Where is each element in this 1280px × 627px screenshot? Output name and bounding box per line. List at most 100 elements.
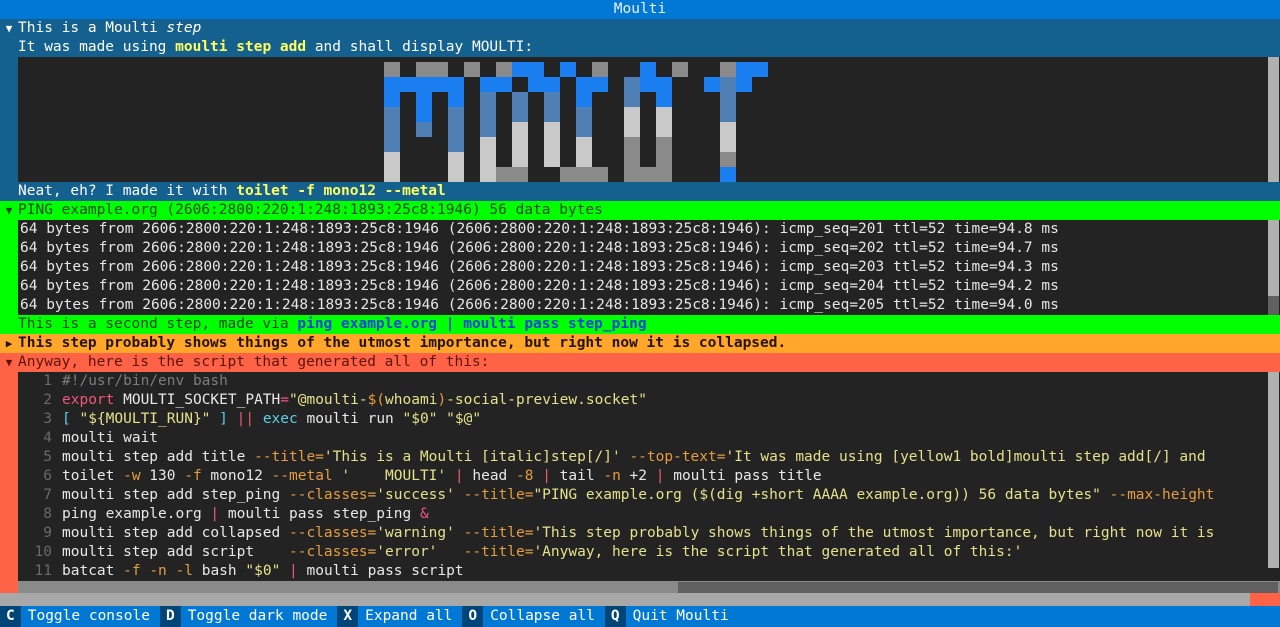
step-step-ping-header[interactable]: ▼ PING example.org (2606:2800:220:1:248:… bbox=[0, 201, 1280, 220]
scrollbar-thumb[interactable] bbox=[1268, 220, 1279, 296]
footer-key-c[interactable]: C bbox=[0, 606, 21, 627]
step-script: ▼ Anyway, here is the script that genera… bbox=[0, 353, 1280, 593]
art-cell bbox=[496, 107, 512, 122]
art-cell bbox=[448, 92, 464, 107]
code-token: head bbox=[463, 468, 517, 484]
moulti-ascii-art bbox=[18, 57, 1280, 182]
log-line: 64 bytes from 2606:2800:220:1:248:1893:2… bbox=[20, 221, 1059, 237]
step-collapsed-header[interactable]: ▶ This step probably shows things of the… bbox=[0, 334, 1280, 353]
footer-label-toggle-console[interactable]: Toggle console bbox=[21, 606, 160, 627]
code-token: #!/usr/bin/env bash bbox=[62, 373, 228, 389]
step-title-log[interactable] bbox=[18, 57, 1280, 182]
footer-label-expand-all[interactable]: Expand all bbox=[358, 606, 462, 627]
art-cell bbox=[496, 122, 512, 137]
art-cell bbox=[496, 92, 512, 107]
art-cell bbox=[528, 92, 544, 107]
step-title-header[interactable]: ▼ This is a Moulti step bbox=[0, 19, 1280, 38]
art-cell bbox=[624, 107, 640, 122]
art-cell bbox=[608, 122, 624, 137]
chevron-down-icon[interactable]: ▼ bbox=[0, 353, 18, 372]
art-cell bbox=[752, 152, 768, 167]
art-cell bbox=[592, 167, 608, 182]
art-cell bbox=[672, 92, 688, 107]
art-cell bbox=[384, 92, 400, 107]
art-cell bbox=[720, 137, 736, 152]
code-token: 'error' bbox=[376, 544, 438, 560]
code-token: 'This step probably shows things of the … bbox=[533, 525, 1215, 541]
code-token: | bbox=[533, 468, 551, 484]
step-script-header[interactable]: ▼ Anyway, here is the script that genera… bbox=[0, 353, 1280, 372]
art-cell bbox=[416, 107, 432, 122]
code-token: moulti step add title bbox=[62, 449, 255, 465]
moulti-app: Moulti ▼ This is a Moulti step It was ma… bbox=[0, 0, 1280, 627]
code-token: moulti wait bbox=[62, 430, 159, 446]
art-cell bbox=[384, 62, 400, 77]
art-cell bbox=[480, 77, 496, 92]
art-cell bbox=[464, 152, 480, 167]
art-cell bbox=[400, 137, 416, 152]
art-cell bbox=[720, 107, 736, 122]
art-cell bbox=[464, 77, 480, 92]
scrollbar-thumb[interactable] bbox=[1250, 593, 1280, 606]
top-text-prefix: It was made using bbox=[18, 39, 176, 55]
step-script-horizontal-scrollbar[interactable] bbox=[18, 581, 1280, 593]
scrollbar-thumb[interactable] bbox=[1268, 57, 1279, 182]
code-token: ping example.org bbox=[62, 506, 211, 522]
step-step-ping-label: PING example.org (2606:2800:220:1:248:18… bbox=[18, 202, 603, 218]
footer-label-toggle-dark-mode[interactable]: Toggle dark mode bbox=[181, 606, 338, 627]
art-cell bbox=[496, 137, 512, 152]
footer-key-q[interactable]: Q bbox=[604, 606, 626, 627]
step-title-vertical-scrollbar[interactable] bbox=[1267, 57, 1280, 182]
code-token: --title= bbox=[254, 449, 324, 465]
art-cell bbox=[704, 167, 720, 182]
art-cell bbox=[720, 152, 736, 167]
scrollbar-track[interactable] bbox=[1268, 296, 1279, 315]
chevron-down-icon[interactable]: ▼ bbox=[0, 19, 18, 38]
footer-key-x[interactable]: X bbox=[337, 606, 359, 627]
step-script-vertical-scrollbar[interactable] bbox=[1267, 372, 1280, 581]
code-token: "${MOULTI_RUN}" bbox=[79, 411, 211, 427]
art-cell bbox=[640, 77, 656, 92]
art-cell bbox=[736, 137, 752, 152]
art-cell bbox=[688, 152, 704, 167]
art-cell bbox=[592, 92, 608, 107]
art-cell bbox=[416, 77, 432, 92]
art-cell bbox=[496, 167, 512, 182]
footer-key-d[interactable]: D bbox=[159, 606, 181, 627]
art-cell bbox=[480, 137, 496, 152]
art-cell bbox=[688, 137, 704, 152]
art-cell bbox=[720, 167, 736, 182]
code-line: 4 moulti wait bbox=[18, 429, 1280, 448]
step-step-ping-vertical-scrollbar[interactable] bbox=[1267, 220, 1280, 315]
step-step-ping-log-wrapper: 64 bytes from 2606:2800:220:1:248:1893:2… bbox=[0, 220, 1280, 315]
art-cell bbox=[448, 62, 464, 77]
art-cell bbox=[400, 107, 416, 122]
code-token: -l bbox=[175, 563, 193, 579]
top-text-command: moulti step add bbox=[175, 39, 307, 55]
top-text-suffix: and shall display MOULTI: bbox=[306, 39, 534, 55]
scrollbar-thumb[interactable] bbox=[1268, 372, 1279, 568]
step-script-log[interactable]: 1 #!/usr/bin/env bash 2 export MOULTI_SOCKE… bbox=[18, 372, 1280, 581]
art-cell bbox=[576, 92, 592, 107]
chevron-down-icon[interactable]: ▼ bbox=[0, 201, 18, 220]
art-cell bbox=[608, 107, 624, 122]
scrollbar-thumb[interactable] bbox=[678, 582, 1278, 593]
code-token: -n bbox=[149, 563, 167, 579]
art-cell bbox=[640, 152, 656, 167]
step-step-ping-log[interactable]: 64 bytes from 2606:2800:220:1:248:1893:2… bbox=[18, 220, 1280, 315]
code-token: 'Anyway, here is the script that generat… bbox=[533, 544, 1023, 560]
footer-label-quit-moulti[interactable]: Quit Moulti bbox=[626, 606, 739, 627]
art-cell bbox=[592, 77, 608, 92]
code-token: = bbox=[280, 392, 289, 408]
art-cell bbox=[576, 152, 592, 167]
art-cell bbox=[720, 92, 736, 107]
art-cell bbox=[464, 107, 480, 122]
art-cell bbox=[640, 62, 656, 77]
app-horizontal-scrollbar[interactable] bbox=[0, 593, 1280, 606]
chevron-right-icon[interactable]: ▶ bbox=[0, 334, 18, 353]
code-line: 10 moulti step add script --classes='erro… bbox=[18, 543, 1280, 562]
footer-key-o[interactable]: O bbox=[462, 606, 484, 627]
footer-label-collapse-all[interactable]: Collapse all bbox=[483, 606, 605, 627]
art-cell bbox=[432, 137, 448, 152]
art-cell bbox=[752, 107, 768, 122]
